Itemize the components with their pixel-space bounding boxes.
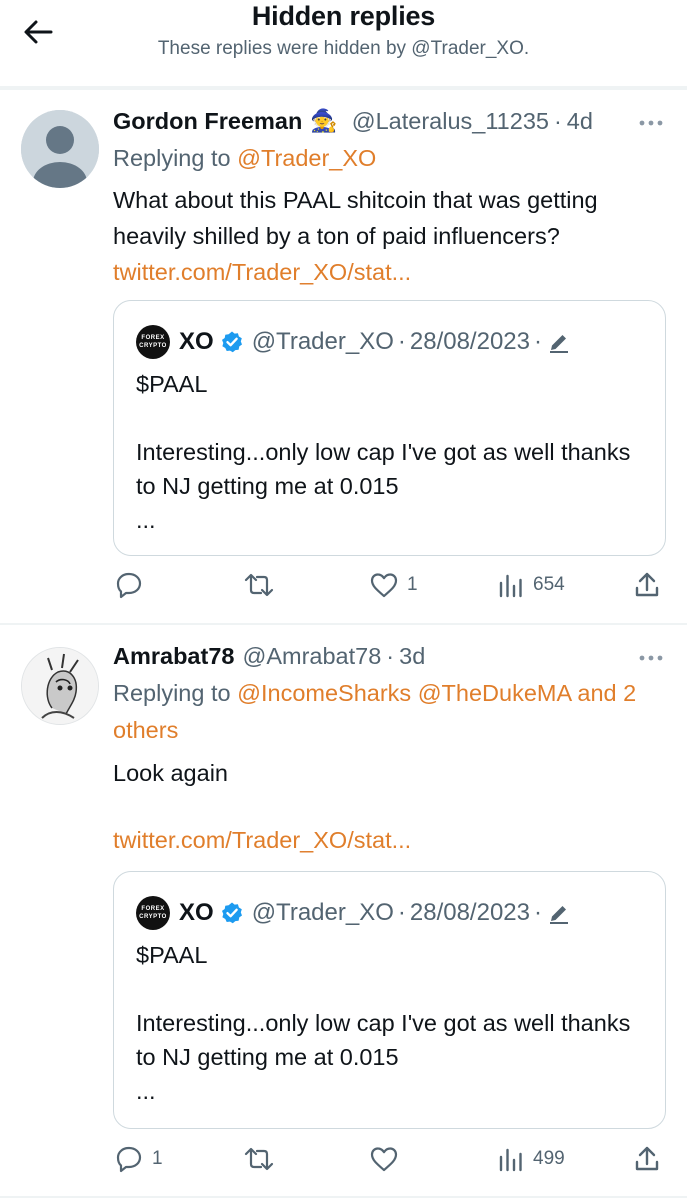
views-icon [499, 574, 522, 598]
replying-to-line: Replying to @IncomeSharks @TheDukeMA and… [113, 675, 653, 749]
like-button[interactable] [369, 1139, 407, 1179]
reply-count: 1 [152, 1148, 163, 1169]
quoted-display-name: XO [179, 899, 214, 926]
views-count: 654 [533, 574, 565, 595]
quoted-date: 28/08/2023 [409, 328, 530, 355]
avatar[interactable] [21, 110, 99, 188]
header: Hidden replies These replies were hidden… [0, 0, 687, 70]
quoted-avatar: FOREX CRYPTO [136, 896, 170, 930]
tweet[interactable]: Gordon Freeman 🧙 @Lateralus_11235 · 4d R… [0, 90, 687, 622]
reply-icon [116, 1146, 142, 1173]
tweet-link[interactable]: twitter.com/Trader_XO/stat... [113, 254, 411, 290]
quoted-text: $PAAL Interesting...only low cap I've go… [136, 371, 631, 533]
quoted-handle: @Trader_XO [251, 899, 394, 926]
timestamp[interactable]: 3d [399, 643, 425, 670]
avatar[interactable] [21, 647, 99, 725]
mention-link[interactable]: @Trader_XO [237, 145, 376, 171]
page-subtitle: These replies were hidden by @Trader_XO. [157, 38, 530, 59]
tweet[interactable]: Amrabat78 @Amrabat78 · 3d Replying to @I… [0, 625, 687, 1195]
like-button[interactable]: 1 [369, 565, 418, 605]
quoted-tweet[interactable]: FOREX CRYPTO XO @Trader_XO · 28/08/2023 … [113, 300, 666, 556]
edit-pencil-icon [548, 902, 570, 924]
replying-to-line: Replying to @Trader_XO [113, 140, 376, 177]
display-name[interactable]: Gordon Freeman [113, 108, 302, 135]
tweet-text: Look again [113, 760, 228, 786]
user-handle[interactable]: @Amrabat78 [242, 643, 381, 670]
quoted-text: $PAAL Interesting...only low cap I've go… [136, 942, 631, 1104]
display-name[interactable]: Amrabat78 [113, 643, 234, 670]
replying-label: Replying to [113, 680, 231, 706]
quoted-avatar: FOREX CRYPTO [136, 325, 170, 359]
tweet-header: Amrabat78 @Amrabat78 · 3d [113, 639, 425, 673]
mention-link[interactable]: @IncomeSharks [237, 680, 411, 706]
share-icon [635, 1146, 659, 1171]
verified-badge-icon [220, 330, 244, 354]
quoted-display-name: XO [179, 328, 214, 355]
tweet-divider [0, 1196, 687, 1198]
reply-button[interactable]: 1 [114, 1139, 163, 1179]
like-count: 1 [407, 574, 418, 595]
tweet-actions: 1 654 [110, 565, 670, 605]
retweet-button[interactable] [243, 565, 283, 605]
more-icon[interactable] [636, 113, 666, 133]
tweet-header: Gordon Freeman 🧙 @Lateralus_11235 · 4d [113, 104, 593, 138]
share-button[interactable] [633, 1139, 661, 1179]
quoted-tweet-header: FOREX CRYPTO XO @Trader_XO · 28/08/2023 … [136, 896, 570, 930]
sketch-avatar-icon [22, 648, 98, 724]
separator-dot: · [553, 107, 562, 134]
retweet-icon [244, 1147, 274, 1171]
quoted-date: 28/08/2023 [409, 899, 530, 926]
verified-badge-icon [220, 901, 244, 925]
tweet-link[interactable]: twitter.com/Trader_XO/stat... [113, 822, 411, 858]
quoted-tweet-header: FOREX CRYPTO XO @Trader_XO · 28/08/2023 … [136, 325, 570, 359]
tweet-actions: 1 499 [110, 1139, 670, 1179]
share-button[interactable] [633, 565, 661, 605]
edit-pencil-icon [548, 331, 570, 353]
separator-dot: · [534, 328, 542, 355]
quoted-tweet[interactable]: FOREX CRYPTO XO @Trader_XO · 28/08/2023 … [113, 871, 666, 1129]
like-icon [370, 573, 398, 598]
mention-link[interactable]: @TheDukeMA [418, 680, 571, 706]
reply-icon [116, 572, 142, 599]
views-button[interactable]: 499 [497, 1139, 565, 1179]
replying-label: Replying to [113, 145, 231, 171]
views-button[interactable]: 654 [497, 565, 565, 605]
separator-dot: · [386, 642, 395, 669]
tweet-text: What about this PAAL shitcoin that was g… [113, 187, 598, 249]
reply-button[interactable] [114, 565, 152, 605]
separator-dot: · [534, 899, 542, 926]
separator-dot: · [397, 899, 406, 926]
views-icon [499, 1148, 522, 1172]
default-avatar-icon [21, 110, 99, 188]
views-count: 499 [533, 1148, 565, 1169]
user-handle[interactable]: @Lateralus_11235 [352, 108, 549, 135]
name-emoji: 🧙 [310, 108, 338, 133]
separator-dot: · [397, 328, 406, 355]
quoted-handle: @Trader_XO [251, 328, 394, 355]
timestamp[interactable]: 4d [567, 108, 593, 135]
share-icon [635, 572, 659, 597]
page-title: Hidden replies [251, 1, 436, 31]
retweet-button[interactable] [243, 1139, 283, 1179]
retweet-icon [244, 573, 274, 597]
more-icon[interactable] [636, 648, 666, 668]
like-icon [370, 1147, 398, 1172]
